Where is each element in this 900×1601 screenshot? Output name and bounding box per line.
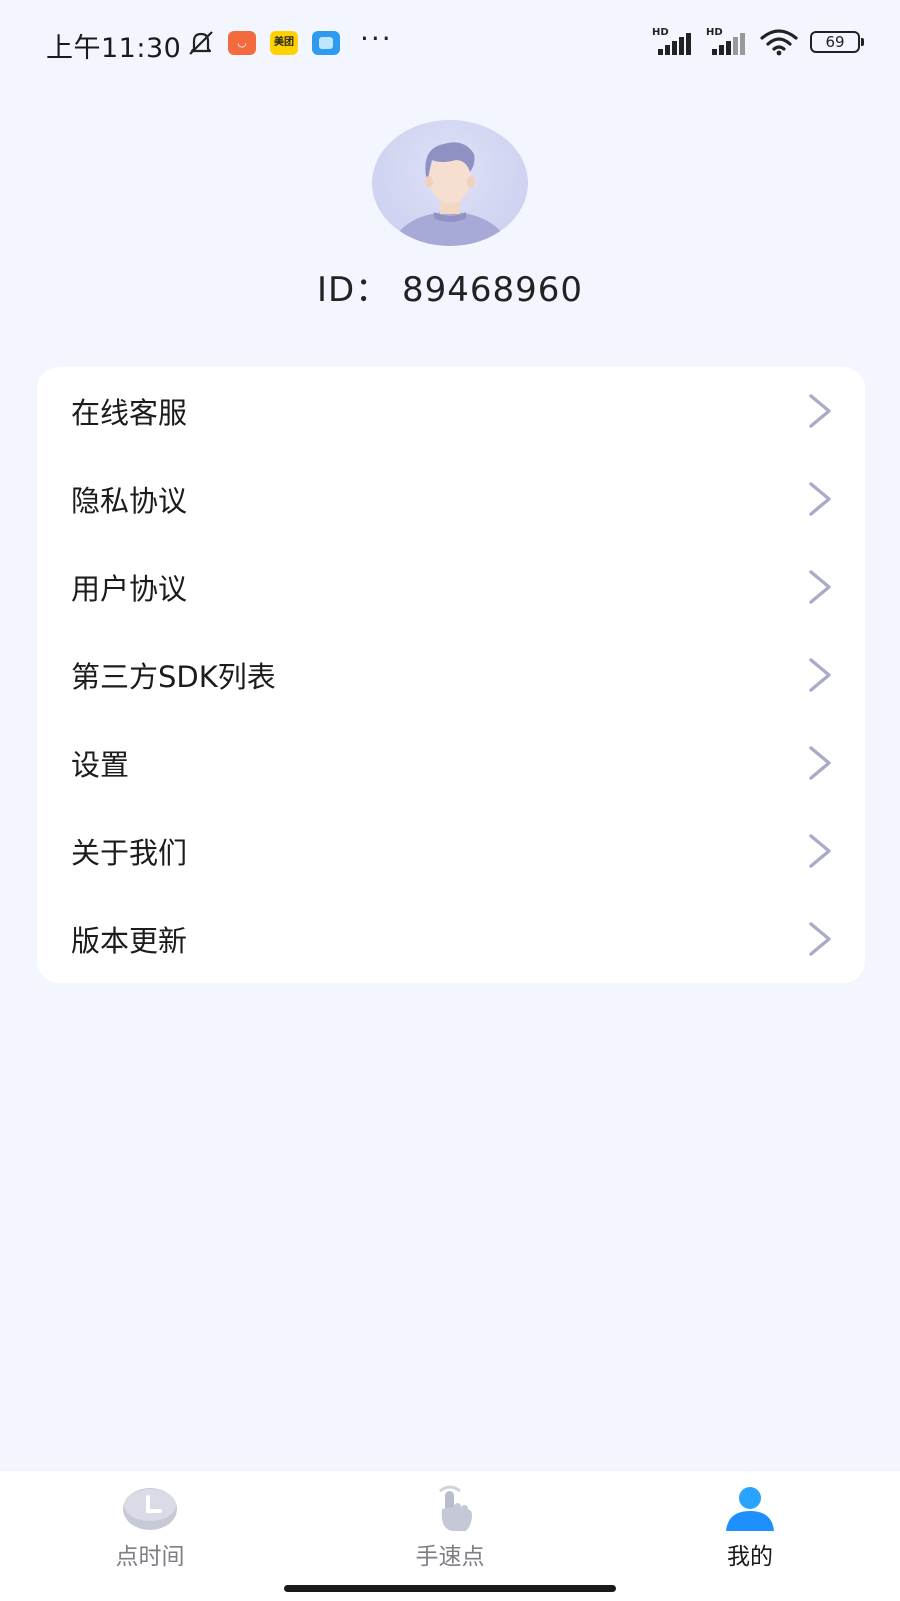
- menu-item-label: 在线客服: [71, 396, 188, 430]
- chevron-right-icon: [809, 394, 831, 428]
- cell-signal-icon-1: HD: [652, 27, 694, 55]
- user-id: ID： 89468960: [316, 270, 584, 310]
- wifi-icon: [760, 29, 798, 56]
- battery-icon: 69: [810, 31, 864, 53]
- menu-item-privacy-policy[interactable]: 隐私协议: [37, 455, 865, 543]
- chevron-right-icon: [809, 746, 831, 780]
- tap-hand-icon: [439, 1485, 472, 1531]
- tab-wode[interactable]: 我的: [600, 1471, 900, 1581]
- menu-item-settings[interactable]: 设置: [37, 719, 865, 807]
- menu-item-label: 第三方SDK列表: [71, 660, 276, 694]
- home-indicator[interactable]: [284, 1585, 616, 1592]
- clock-icon: [123, 1488, 177, 1530]
- person-icon: [726, 1487, 774, 1531]
- chevron-right-icon: [809, 570, 831, 604]
- tab-label: 我的: [727, 1544, 773, 1570]
- menu-item-user-agreement[interactable]: 用户协议: [37, 543, 865, 631]
- menu-item-customer-service[interactable]: 在线客服: [37, 367, 865, 455]
- tab-label: 点时间: [115, 1544, 185, 1570]
- chevron-right-icon: [809, 658, 831, 692]
- chevron-right-icon: [809, 834, 831, 868]
- tab-dian-shijian[interactable]: 点时间: [0, 1471, 300, 1581]
- meituan-icon: 美团: [270, 31, 298, 55]
- more-notifications-icon: ···: [360, 22, 393, 55]
- chevron-right-icon: [809, 922, 831, 956]
- status-bar: 上午11:30 ◡ 美团 ··· HD HD 69: [0, 0, 900, 88]
- bottom-nav: 点时间 手速点 我的: [0, 1470, 900, 1601]
- tab-shousu-dian[interactable]: 手速点: [300, 1471, 600, 1581]
- menu-item-third-party-sdk[interactable]: 第三方SDK列表: [37, 631, 865, 719]
- mute-bell-icon: [189, 31, 213, 55]
- menu-item-label: 用户协议: [71, 572, 188, 606]
- mi-store-icon: ◡: [228, 31, 256, 55]
- avatar[interactable]: [372, 120, 528, 246]
- tab-label: 手速点: [415, 1544, 485, 1570]
- menu-card: 在线客服 隐私协议 用户协议 第三方SDK列表 设置 关于我们 版本更新: [37, 367, 865, 983]
- status-right-group: HD HD 69: [652, 27, 864, 56]
- status-time: 上午11:30: [46, 33, 182, 64]
- menu-item-label: 隐私协议: [71, 484, 188, 518]
- chevron-right-icon: [809, 482, 831, 516]
- menu-item-label: 设置: [71, 748, 130, 782]
- menu-item-about-us[interactable]: 关于我们: [37, 807, 865, 895]
- menu-item-label: 关于我们: [71, 836, 188, 870]
- menu-item-version-update[interactable]: 版本更新: [37, 895, 865, 983]
- cell-signal-icon-2: HD: [706, 27, 748, 55]
- menu-item-label: 版本更新: [71, 924, 188, 958]
- app-notification-icon: [312, 31, 340, 55]
- person-avatar-icon: [392, 142, 508, 246]
